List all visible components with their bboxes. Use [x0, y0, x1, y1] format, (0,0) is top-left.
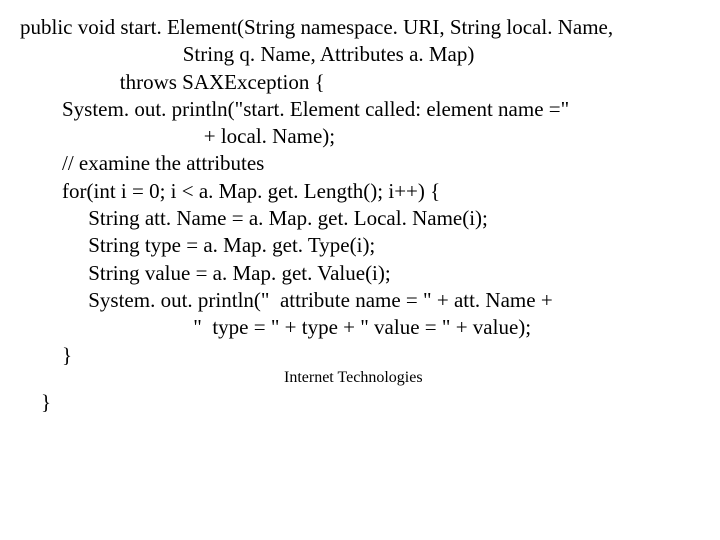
- code-line-16: " type = " + type + " value = " + value)…: [20, 314, 720, 341]
- code-line-5: System. out. println("start. Element cal…: [20, 96, 720, 123]
- code-line-18: }: [20, 389, 720, 416]
- code-line-15: System. out. println(" attribute name = …: [20, 287, 720, 314]
- code-line-10: for(int i = 0; i < a. Map. get. Length()…: [20, 178, 720, 205]
- code-line-1: public void start. Element(String namesp…: [20, 14, 720, 41]
- code-line-8: // examine the attributes: [20, 150, 720, 177]
- code-line-6: + local. Name);: [20, 123, 720, 150]
- code-line-13: String type = a. Map. get. Type(i);: [20, 232, 720, 259]
- code-line-14: String value = a. Map. get. Value(i);: [20, 260, 720, 287]
- code-line-2: String q. Name, Attributes a. Map): [20, 41, 720, 68]
- code-line-3: throws SAXException {: [20, 69, 720, 96]
- footer-text: Internet Technologies: [20, 368, 720, 389]
- code-line-12: String att. Name = a. Map. get. Local. N…: [20, 205, 720, 232]
- code-line-17: }: [20, 342, 720, 369]
